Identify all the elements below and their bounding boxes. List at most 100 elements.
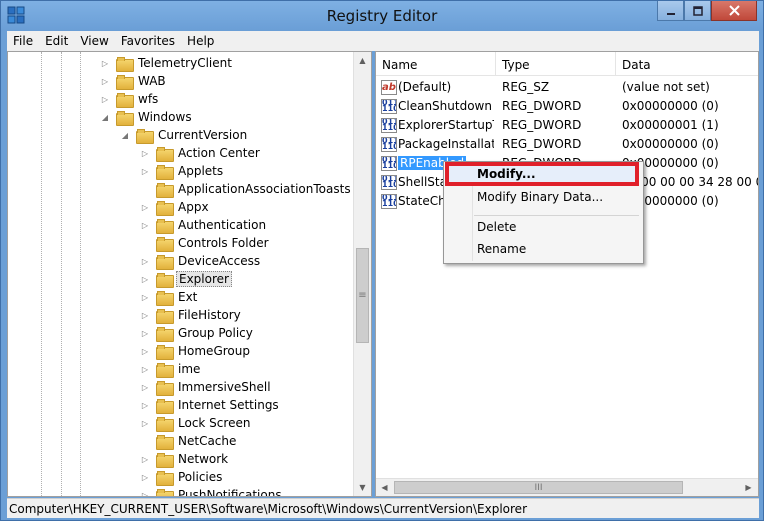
- expand-arrow-icon[interactable]: ▷: [100, 59, 110, 68]
- binary-value-icon: 011110: [381, 137, 397, 152]
- value-row[interactable]: 011110CleanShutdown REG_DWORD 0x00000000 (…: [376, 97, 758, 116]
- tree-item[interactable]: ▷ Authentication: [140, 216, 268, 234]
- tree-item[interactable]: ▷ Applets: [140, 162, 225, 180]
- tree-item[interactable]: NetCache: [140, 432, 238, 450]
- tree-item[interactable]: ▷ Network: [140, 450, 230, 468]
- tree-item-label: Appx: [178, 200, 209, 214]
- scroll-right-arrow-icon[interactable]: ▶: [740, 479, 757, 496]
- expand-arrow-icon[interactable]: ▷: [140, 473, 150, 482]
- value-data: 0x00000000 (0): [622, 99, 719, 113]
- expand-arrow-icon[interactable]: ▷: [140, 167, 150, 176]
- menu-file[interactable]: File: [7, 31, 39, 51]
- tree-item[interactable]: ▷ Appx: [140, 198, 211, 216]
- tree-vertical-scrollbar[interactable]: ▲ ≡ ▼: [353, 52, 371, 496]
- folder-icon: [156, 308, 174, 324]
- tree-item-label: Authentication: [178, 218, 267, 232]
- folder-icon: [116, 74, 134, 90]
- tree-item[interactable]: ▷ ime: [140, 360, 202, 378]
- tree-item[interactable]: ▷ DeviceAccess: [140, 252, 262, 270]
- tree-item[interactable]: ▷ Internet Settings: [140, 396, 281, 414]
- tree-item[interactable]: Controls Folder: [140, 234, 271, 252]
- value-name-text: (Default): [398, 80, 452, 94]
- maximize-icon: [692, 5, 703, 16]
- expand-arrow-icon[interactable]: ▷: [140, 221, 150, 230]
- tree-item[interactable]: ▷ Ext: [140, 288, 199, 306]
- value-data: 0x00000000 (0): [622, 137, 719, 151]
- scroll-down-arrow-icon[interactable]: ▼: [354, 479, 371, 496]
- tree-item[interactable]: ◢ Windows: [100, 108, 194, 126]
- expand-arrow-icon[interactable]: ▷: [140, 365, 150, 374]
- title-bar[interactable]: Registry Editor: [1, 1, 763, 31]
- tree-item-label: Controls Folder: [178, 236, 269, 250]
- tree-item[interactable]: ApplicationAssociationToasts: [140, 180, 353, 198]
- column-type[interactable]: Type: [496, 52, 616, 76]
- value-name: PackageInstallati...: [398, 135, 494, 154]
- folder-icon: [156, 164, 174, 180]
- collapse-arrow-icon[interactable]: ◢: [120, 131, 130, 140]
- menu-item-rename[interactable]: Rename: [477, 239, 526, 259]
- expand-arrow-icon[interactable]: ▷: [140, 419, 150, 428]
- menu-item-modify[interactable]: Modify...: [477, 164, 536, 184]
- expand-arrow-icon[interactable]: ▷: [140, 329, 150, 338]
- expand-arrow-icon[interactable]: ▷: [140, 383, 150, 392]
- tree-item[interactable]: ▷ FileHistory: [140, 306, 243, 324]
- registry-tree[interactable]: ▷ TelemetryClient ▷ WAB ▷ wfs ◢ Windows ◢ Current…: [7, 51, 372, 497]
- list-horizontal-scrollbar[interactable]: ◀ III ▶: [376, 478, 758, 496]
- tree-item-label: Applets: [178, 164, 224, 178]
- tree-item[interactable]: ▷ PushNotifications: [140, 486, 284, 497]
- expand-arrow-icon[interactable]: ▷: [100, 77, 110, 86]
- menu-favorites[interactable]: Favorites: [115, 31, 181, 51]
- menu-help[interactable]: Help: [181, 31, 220, 51]
- value-row[interactable]: ab (Default) REG_SZ (value not set): [376, 78, 758, 97]
- expand-arrow-icon[interactable]: ▷: [140, 311, 150, 320]
- folder-icon: [156, 182, 174, 198]
- tree-item[interactable]: ▷ Policies: [140, 468, 224, 486]
- column-data[interactable]: Data: [616, 52, 758, 76]
- expand-arrow-icon[interactable]: ▷: [140, 275, 150, 284]
- expand-arrow-icon[interactable]: ▷: [140, 491, 150, 497]
- expand-arrow-icon[interactable]: ▷: [140, 347, 150, 356]
- scroll-left-arrow-icon[interactable]: ◀: [376, 479, 393, 496]
- tree-item-label: Internet Settings: [178, 398, 279, 412]
- tree-item[interactable]: ▷ HomeGroup: [140, 342, 252, 360]
- tree-item[interactable]: ▷ Group Policy: [140, 324, 255, 342]
- tree-item-label: HomeGroup: [178, 344, 250, 358]
- values-list[interactable]: Name Type Data ab (Default) REG_SZ (value n…: [375, 51, 759, 497]
- tree-item-label: FileHistory: [178, 308, 241, 322]
- collapse-arrow-icon[interactable]: ◢: [100, 113, 110, 122]
- scroll-up-arrow-icon[interactable]: ▲: [354, 52, 371, 69]
- column-name[interactable]: Name: [376, 52, 496, 76]
- tree-item[interactable]: ▷ wfs: [100, 90, 160, 108]
- tree-item[interactable]: ◢ CurrentVersion: [120, 126, 249, 144]
- expand-arrow-icon[interactable]: ▷: [140, 455, 150, 464]
- tree-item[interactable]: ▷ Lock Screen: [140, 414, 252, 432]
- menu-item-delete[interactable]: Delete: [477, 217, 516, 237]
- expand-arrow-icon[interactable]: ▷: [140, 203, 150, 212]
- window-title: Registry Editor: [326, 7, 438, 25]
- expand-arrow-icon[interactable]: ▷: [140, 401, 150, 410]
- tree-scroll-thumb[interactable]: ≡: [356, 248, 369, 343]
- tree-item[interactable]: ▷ Action Center: [140, 144, 262, 162]
- expand-arrow-icon[interactable]: ▷: [100, 95, 110, 104]
- folder-icon: [156, 380, 174, 396]
- tree-item[interactable]: ▷ TelemetryClient: [100, 54, 234, 72]
- value-row[interactable]: 011110PackageInstallati... REG_DWORD 0x000…: [376, 135, 758, 154]
- tree-item[interactable]: ▷ Explorer: [140, 270, 232, 288]
- tree-item-label: Policies: [178, 470, 223, 484]
- expand-arrow-icon[interactable]: ▷: [140, 257, 150, 266]
- menu-view[interactable]: View: [74, 31, 114, 51]
- tree-item[interactable]: ▷ ImmersiveShell: [140, 378, 273, 396]
- close-button[interactable]: [711, 1, 757, 21]
- tree-item[interactable]: ▷ WAB: [100, 72, 168, 90]
- tree-item-label: TelemetryClient: [138, 56, 232, 70]
- expand-arrow-icon[interactable]: ▷: [140, 293, 150, 302]
- folder-icon: [156, 470, 174, 486]
- list-scroll-thumb[interactable]: III: [394, 481, 683, 494]
- minimize-button[interactable]: [657, 1, 684, 21]
- folder-icon: [116, 110, 134, 126]
- menu-item-modify-binary-data[interactable]: Modify Binary Data...: [477, 187, 603, 207]
- value-row[interactable]: 011110ExplorerStartupT... REG_DWORD 0x0000…: [376, 116, 758, 135]
- menu-edit[interactable]: Edit: [39, 31, 74, 51]
- expand-arrow-icon[interactable]: ▷: [140, 149, 150, 158]
- maximize-button[interactable]: [684, 1, 711, 21]
